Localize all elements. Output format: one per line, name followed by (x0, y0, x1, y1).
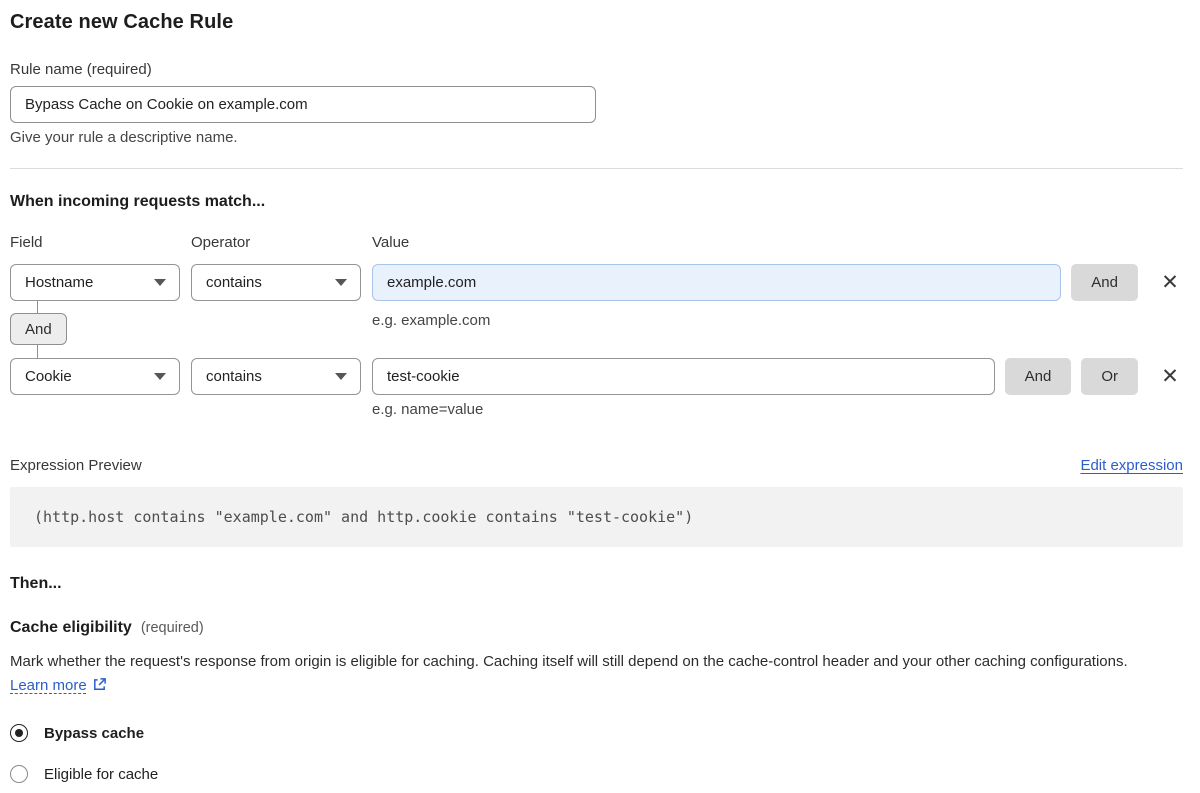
condition-column-labels: Field Operator Value (10, 234, 1183, 252)
cache-eligibility-heading: Cache eligibility (10, 619, 132, 636)
edit-expression-link[interactable]: Edit expression (1080, 457, 1183, 474)
radio-option-bypass-cache[interactable]: Bypass cache (10, 724, 1183, 742)
operator-select-1-value: contains (206, 274, 262, 291)
operator-column-label: Operator (191, 234, 251, 251)
field-select-2-value: Cookie (25, 368, 72, 385)
cache-eligibility-header: Cache eligibility (required) (10, 619, 1183, 637)
cache-eligibility-description: Mark whether the request's response from… (10, 650, 1170, 700)
value-column-label: Value (372, 234, 410, 251)
and-connector-button[interactable]: And (10, 313, 67, 345)
connector-line (37, 301, 38, 313)
and-button-row-1[interactable]: And (1071, 264, 1138, 301)
rule-name-section: Rule name (required) Give your rule a de… (10, 61, 1183, 147)
radio-label: Bypass cache (44, 724, 145, 742)
value-helper-1: e.g. example.com (372, 312, 491, 329)
field-select-1[interactable]: Hostname (10, 264, 180, 301)
description-text: Mark whether the request's response from… (10, 653, 1128, 670)
condition-row-1: Hostname contains And ✕ (10, 264, 1183, 301)
field-select-2[interactable]: Cookie (10, 358, 180, 395)
field-column-label: Field (10, 234, 43, 251)
value-input-2[interactable] (372, 358, 995, 395)
expression-preview-label: Expression Preview (10, 457, 142, 474)
value-helper-2: e.g. name=value (372, 401, 484, 418)
radio-button-icon (10, 765, 28, 783)
remove-condition-button-1[interactable]: ✕ (1157, 270, 1183, 296)
page-title: Create new Cache Rule (10, 11, 234, 33)
remove-condition-button-2[interactable]: ✕ (1157, 364, 1183, 390)
create-cache-rule-page: Create new Cache Rule Rule name (require… (0, 0, 1200, 783)
condition-row-2: Cookie contains And Or ✕ (10, 358, 1183, 395)
operator-select-2[interactable]: contains (191, 358, 361, 395)
radio-option-eligible-for-cache[interactable]: Eligible for cache (10, 765, 1183, 783)
section-divider (10, 168, 1183, 169)
radio-button-icon (10, 724, 28, 742)
value-input-1[interactable] (372, 264, 1062, 301)
expression-header: Expression Preview Edit expression (10, 457, 1183, 474)
chevron-down-icon (154, 279, 166, 286)
chevron-down-icon (335, 373, 347, 380)
chevron-down-icon (154, 373, 166, 380)
required-hint: (required) (140, 620, 204, 636)
learn-more-link[interactable]: Learn more (10, 677, 87, 694)
match-heading: When incoming requests match... (10, 193, 266, 210)
field-select-1-value: Hostname (25, 274, 94, 291)
and-button-row-2[interactable]: And (1004, 358, 1072, 395)
connector-zone: And e.g. example.com (10, 301, 1183, 358)
chevron-down-icon (335, 279, 347, 286)
or-button-row-2[interactable]: Or (1081, 358, 1138, 395)
then-heading: Then... (10, 575, 62, 592)
operator-select-2-value: contains (206, 368, 262, 385)
connector-line (37, 345, 38, 358)
rule-name-helper: Give your rule a descriptive name. (10, 129, 238, 146)
radio-label: Eligible for cache (44, 765, 159, 783)
rule-name-label: Rule name (required) (10, 61, 152, 78)
external-link-icon (92, 676, 107, 700)
rule-name-input[interactable] (10, 86, 596, 123)
operator-select-1[interactable]: contains (191, 264, 361, 301)
expression-code: (http.host contains "example.com" and ht… (10, 487, 1183, 547)
